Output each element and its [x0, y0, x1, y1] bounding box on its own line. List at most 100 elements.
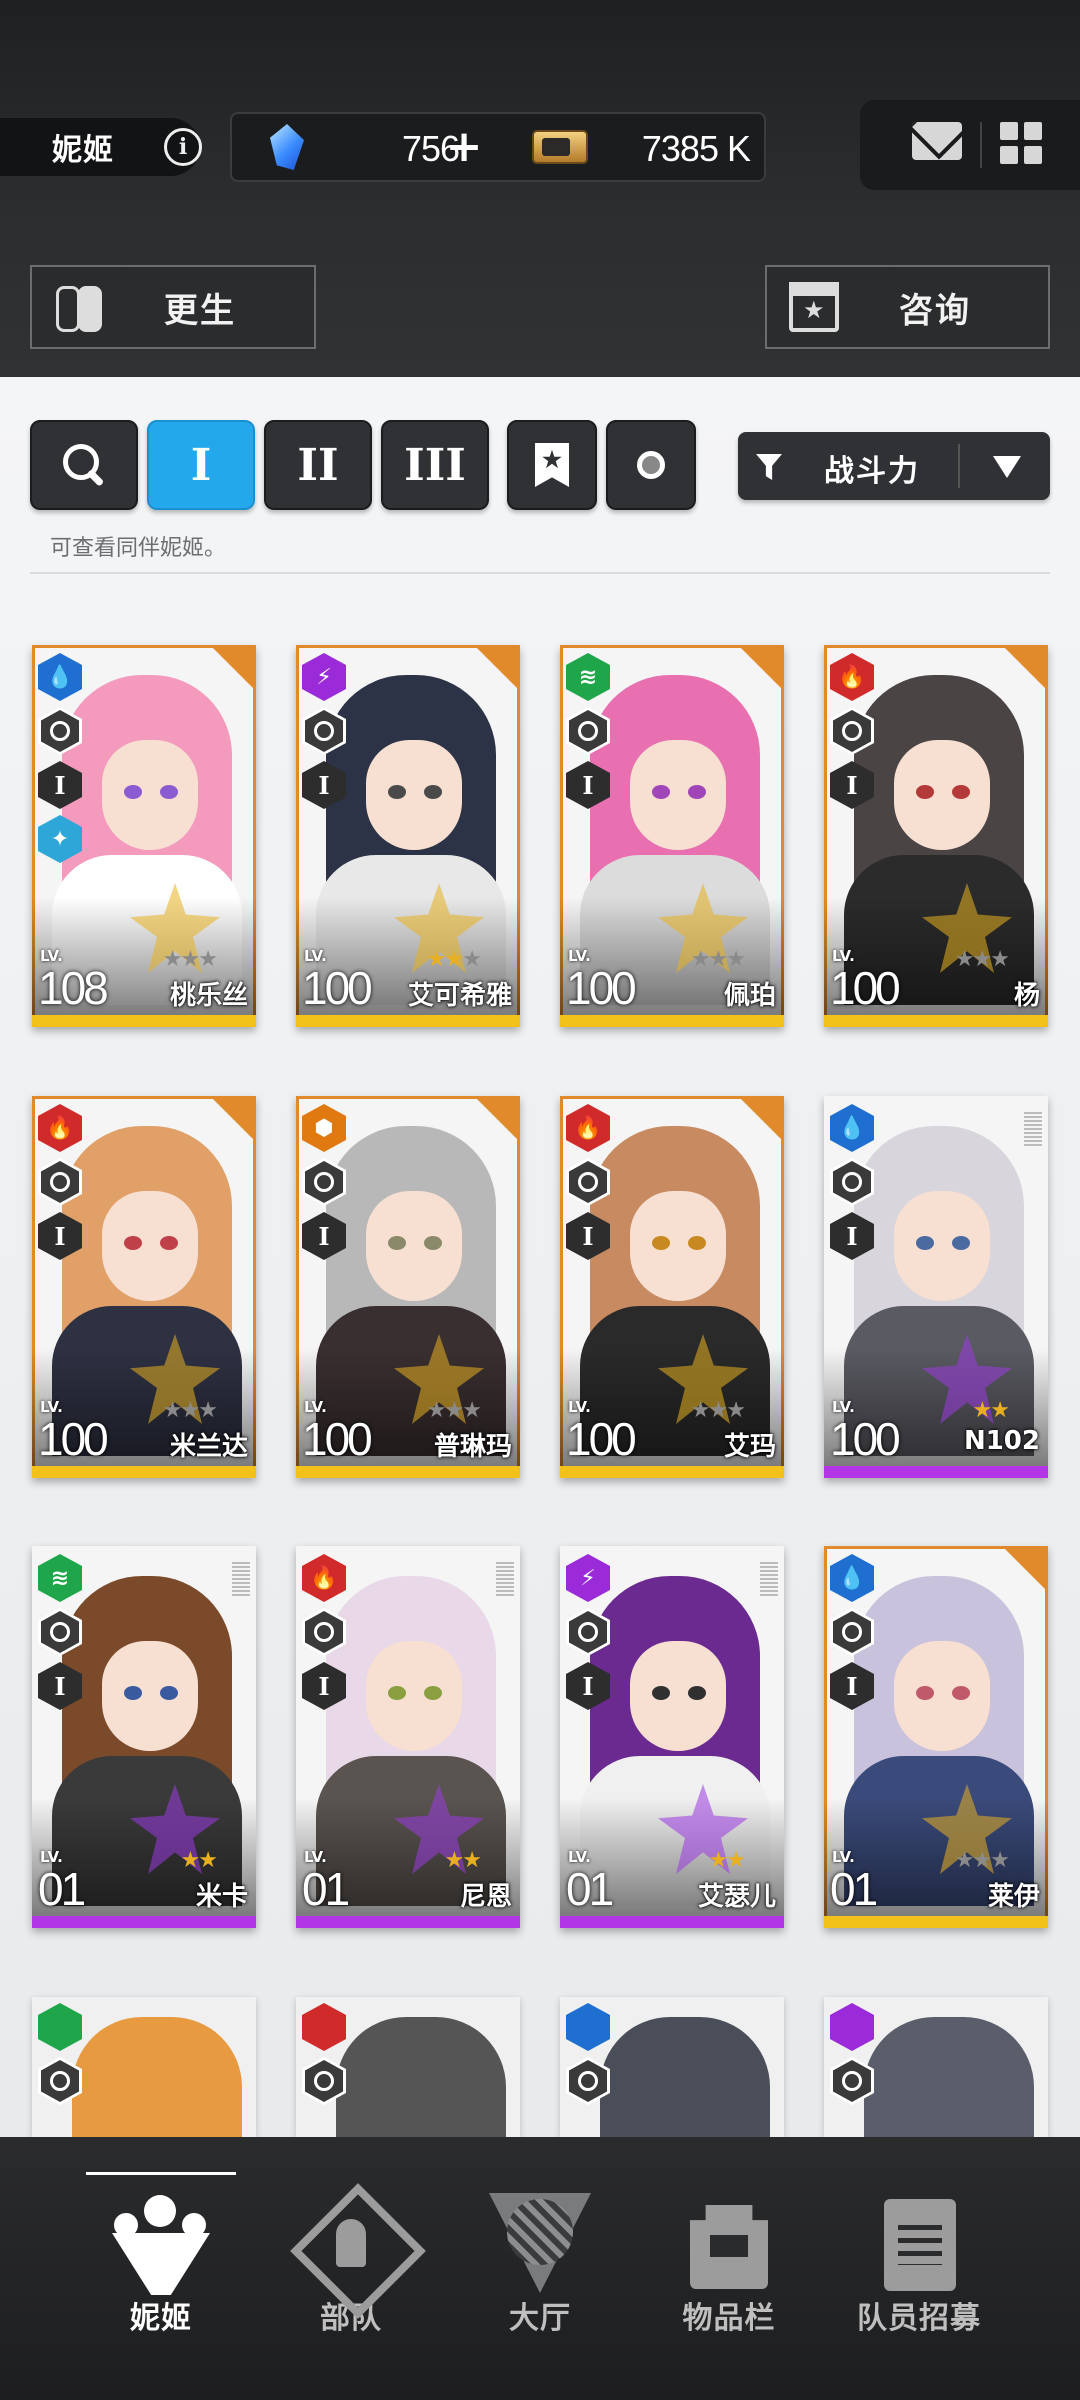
nav-recruit[interactable]: 队员招募 — [824, 2137, 1014, 2337]
divider — [980, 122, 982, 168]
level-value: 01 — [566, 1863, 614, 1915]
star-icon: ★ — [462, 1398, 482, 1423]
barcode-decor — [496, 1562, 514, 1598]
add-gems-button[interactable]: + — [442, 122, 486, 172]
nav-squad[interactable]: 部队 — [256, 2137, 446, 2337]
character-card[interactable]: 🔥 I LV. 100 ★★★ 艾玛 — [560, 1096, 784, 1478]
character-card[interactable]: ≋ I LV. 100 ★★★ 佩珀 — [560, 645, 784, 1027]
star-rating: ★★★ — [427, 1398, 482, 1423]
nav-label: 队员招募 — [857, 2301, 981, 2336]
star-icon: ★ — [444, 1398, 465, 1423]
star-icon: ★ — [726, 1398, 746, 1423]
star-icon: ★ — [180, 1398, 201, 1423]
recruit-icon — [864, 2189, 974, 2291]
character-card[interactable]: 💧 I ✦ LV. 108 ★★★ 桃乐丝 — [32, 645, 256, 1027]
top-area: 妮姬 i 756 + 7385 K 更生 咨询 — [0, 0, 1080, 377]
nav-nikke[interactable]: 妮姬 — [66, 2137, 256, 2337]
circle-icon — [637, 451, 665, 479]
divider — [30, 572, 1050, 574]
tier-2-filter[interactable]: II — [264, 420, 372, 510]
rarity-bar — [824, 1466, 1048, 1478]
star-rating: ★★★ — [162, 1398, 218, 1423]
star-icon: ★ — [954, 947, 975, 972]
star-icon: ★ — [444, 947, 465, 972]
character-card[interactable]: 🔥 I LV. 100 ★★★ 杨 — [824, 645, 1048, 1027]
star-rating: ★★★ — [691, 947, 746, 972]
character-card[interactable] — [824, 1997, 1048, 2137]
consult-label: 咨询 — [899, 290, 971, 331]
tier-1-filter[interactable]: I — [147, 420, 255, 510]
squad-icon — [296, 2189, 406, 2281]
star-icon: ★ — [726, 1848, 746, 1873]
chevron-down-icon — [993, 456, 1021, 478]
rebirth-button[interactable]: 更生 — [30, 265, 316, 349]
star-icon: ★ — [180, 947, 201, 972]
star-rating: ★★ — [181, 1848, 218, 1873]
character-card[interactable]: 🔥 I LV. 100 ★★★ 米兰达 — [32, 1096, 256, 1478]
character-portrait — [336, 2017, 506, 2137]
consult-button[interactable]: 咨询 — [765, 265, 1050, 349]
star-icon: ★ — [198, 1398, 218, 1423]
character-card[interactable]: 💧 I LV. 100 ★★ N102 — [824, 1096, 1048, 1478]
star-rating: ★★★ — [691, 1398, 746, 1423]
character-card[interactable]: ⚡ I LV. 100 ★★★ 艾可希雅 — [296, 645, 520, 1027]
toggle-filter-button[interactable] — [606, 420, 696, 510]
star-icon: ★ — [444, 1848, 465, 1873]
character-name: 艾玛 — [723, 1432, 776, 1462]
star-icon: ★ — [972, 1398, 993, 1423]
barcode-decor — [760, 1562, 778, 1598]
star-icon: ★ — [426, 947, 447, 972]
character-portrait — [600, 2017, 770, 2137]
barcode-decor — [232, 1562, 250, 1598]
element-fire-icon — [302, 2003, 346, 2051]
nav-inventory[interactable]: 物品栏 — [634, 2137, 824, 2337]
sort-label: 战斗力 — [824, 454, 920, 489]
level-value: 100 — [566, 1413, 637, 1465]
hint-text: 可查看同伴妮姬。 — [50, 536, 227, 561]
star-icon: ★ — [162, 1398, 183, 1423]
level-value: 100 — [302, 1413, 373, 1465]
credit-count: 7385 K — [641, 128, 751, 169]
character-card[interactable]: ≋ I LV. 01 ★★ 米卡 — [32, 1546, 256, 1928]
character-card[interactable]: 💧 I LV. 01 ★★★ 莱伊 — [824, 1546, 1048, 1928]
character-name: 尼恩 — [459, 1882, 512, 1912]
character-card[interactable] — [560, 1997, 784, 2137]
character-card[interactable]: ⬢ I LV. 100 ★★★ 普琳玛 — [296, 1096, 520, 1478]
character-name: 莱伊 — [987, 1882, 1040, 1912]
sort-dropdown[interactable]: 战斗力 — [738, 432, 1050, 500]
star-rating: ★★ — [444, 1848, 482, 1873]
gem-icon — [270, 124, 304, 170]
nav-label: 大厅 — [509, 2301, 571, 2336]
bottom-nav: 妮姬 部队 大厅 物品栏 队员招募 — [0, 2137, 1080, 2400]
rarity-bar — [296, 1916, 520, 1928]
character-name: 艾瑟儿 — [697, 1882, 776, 1912]
nav-lobby[interactable]: 大厅 — [445, 2137, 635, 2337]
character-card[interactable]: ⚡ I LV. 01 ★★ 艾瑟儿 — [560, 1546, 784, 1928]
level-value: 01 — [302, 1863, 350, 1915]
credit-icon — [532, 130, 588, 164]
character-name: 杨 — [1013, 981, 1040, 1011]
favorite-filter-button[interactable]: ★ — [507, 420, 597, 510]
level-value: 100 — [566, 962, 637, 1014]
star-icon: ★ — [462, 947, 482, 972]
star-rating: ★★★ — [163, 947, 218, 972]
character-portrait — [864, 2017, 1034, 2137]
people-icon — [106, 2189, 216, 2281]
character-name: 佩珀 — [723, 981, 776, 1011]
grid-menu-icon[interactable] — [1000, 122, 1042, 164]
search-button[interactable] — [30, 420, 138, 510]
character-card[interactable]: 🔥 I LV. 01 ★★ 尼恩 — [296, 1546, 520, 1928]
star-icon: ★ — [198, 1848, 218, 1873]
element-water-icon — [566, 2003, 610, 2051]
lobby-icon — [485, 2189, 595, 2281]
info-icon[interactable]: i — [164, 128, 202, 166]
tier-3-filter[interactable]: III — [381, 420, 489, 510]
mail-icon[interactable] — [912, 122, 962, 160]
star-icon: ★ — [708, 1848, 729, 1873]
character-name: 米卡 — [195, 1882, 248, 1912]
page-title: 妮姬 — [52, 133, 114, 168]
element-electric-icon — [830, 2003, 874, 2051]
character-name: N102 — [963, 1426, 1040, 1456]
character-card[interactable] — [296, 1997, 520, 2137]
character-card[interactable] — [32, 1997, 256, 2137]
